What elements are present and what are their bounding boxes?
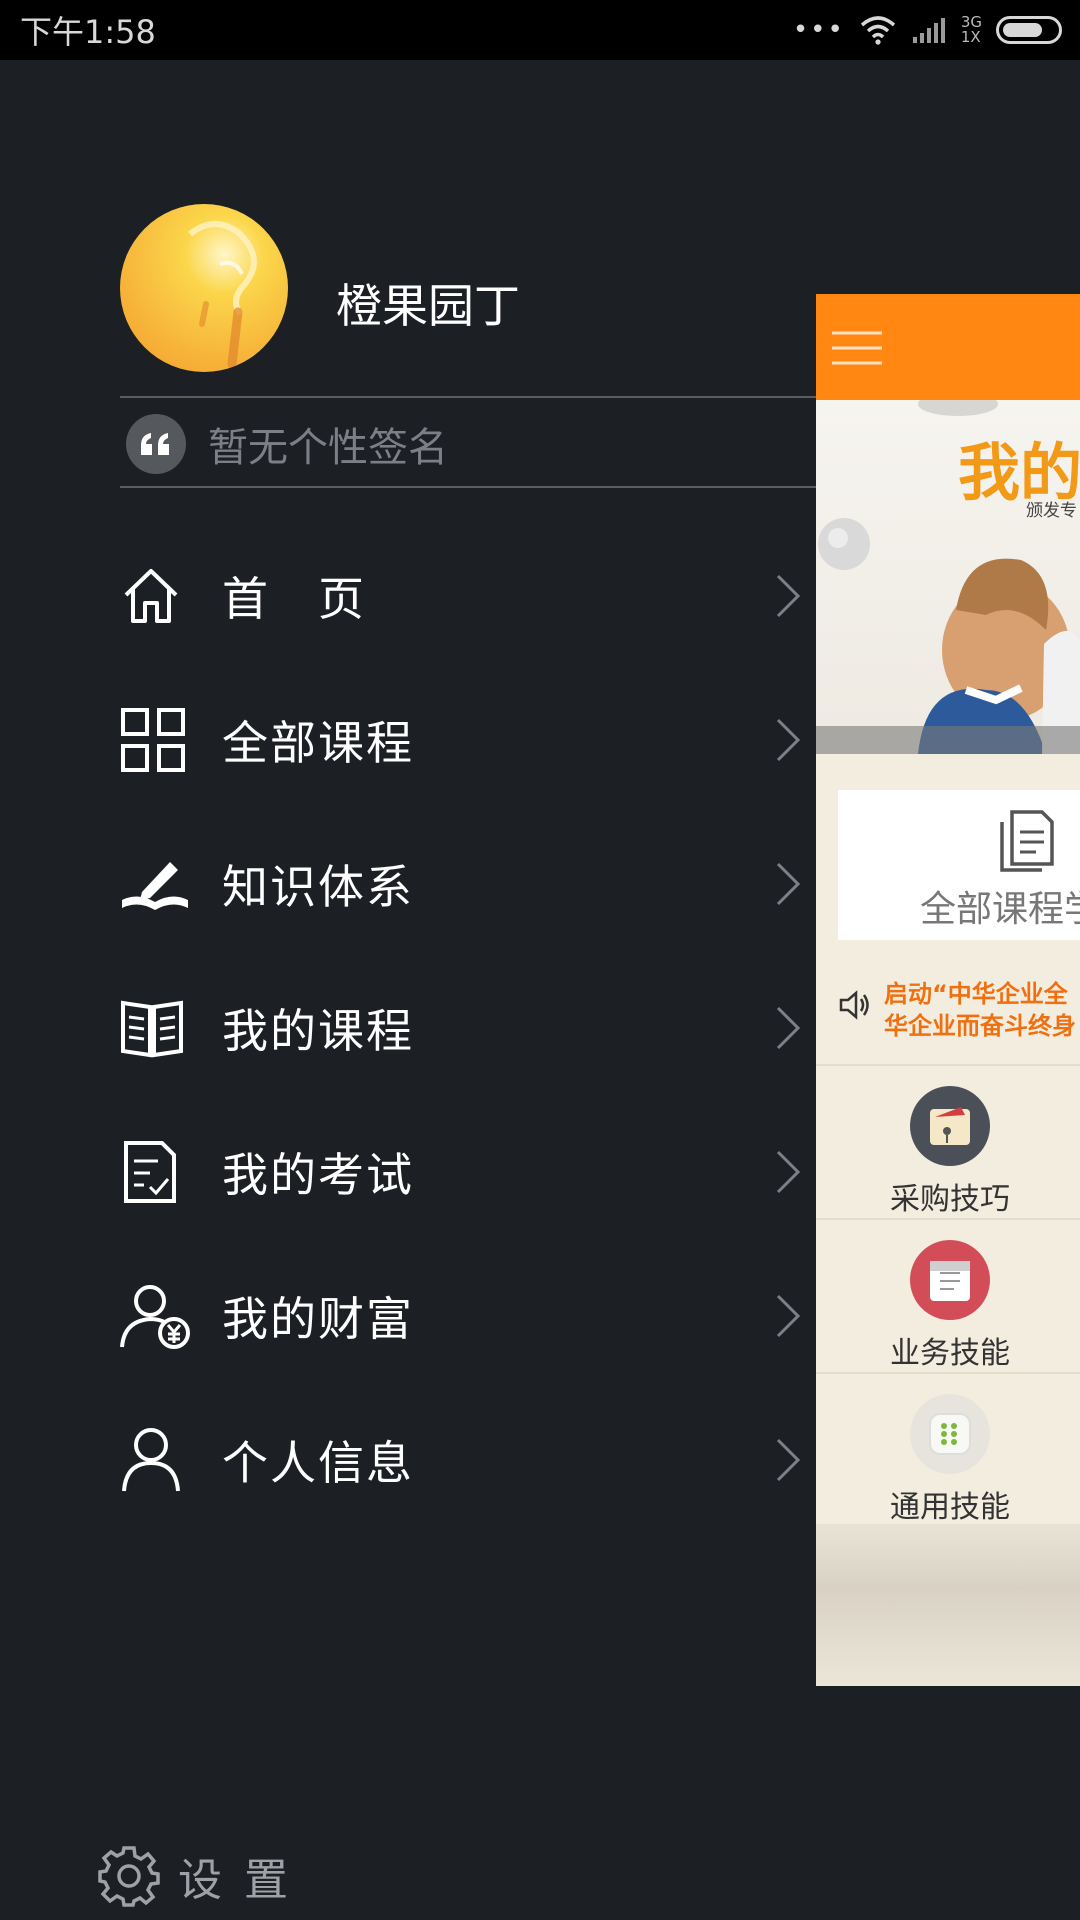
more-dots-icon: •••: [792, 15, 845, 45]
network-type: 3G 1X: [960, 13, 982, 46]
category-procurement[interactable]: 采购技巧: [816, 1064, 1080, 1218]
chevron-right-icon: [776, 1438, 801, 1482]
menu-label: 首 页: [222, 572, 366, 626]
category-label: 采购技巧: [890, 1182, 1010, 1217]
announcement-line: 启动“中华企业全: [884, 980, 1068, 1008]
wifi-icon: [860, 16, 895, 45]
chevron-right-icon: [776, 1294, 801, 1338]
menu-item-personal-info[interactable]: 个人信息: [120, 1410, 816, 1510]
calendar-icon: [910, 1240, 990, 1320]
signal-icon: [912, 18, 945, 43]
exam-checklist-icon: [120, 1134, 196, 1210]
book-pen-icon: [120, 846, 196, 922]
grid-icon: [120, 702, 196, 778]
settings-label: 设置: [178, 1855, 310, 1906]
menu-label: 个人信息: [222, 1436, 414, 1490]
menu-item-my-courses[interactable]: 我的课程: [120, 978, 816, 1078]
menu-label: 知识体系: [222, 860, 414, 914]
chevron-right-icon: [776, 574, 801, 618]
open-book-icon: [120, 990, 196, 1066]
speaker-icon: [839, 990, 869, 1020]
divider: [120, 486, 816, 488]
gear-icon: [98, 1846, 160, 1907]
category-business-skills[interactable]: 业务技能: [816, 1218, 1080, 1372]
menu-label: 全部课程: [222, 716, 414, 770]
banner-indicator-strip: [816, 726, 1080, 754]
chevron-right-icon: [776, 1006, 801, 1050]
announcement-bar[interactable]: 启动“中华企业全 华企业而奋斗终身: [816, 964, 1080, 1060]
menu-icon[interactable]: [830, 330, 884, 366]
main-content-peek[interactable]: 我的 颁发专 全部课程学 启动“中华企业全 华企业而奋斗终身 采: [816, 294, 1080, 1686]
menu-label: 我的课程: [222, 1004, 414, 1058]
banner-subtitle: 颁发专: [1026, 501, 1077, 521]
shopping-bag-icon: [910, 1086, 990, 1166]
document-icon: [1000, 810, 1054, 872]
category-label: 业务技能: [890, 1336, 1010, 1371]
app-bar: [816, 294, 1080, 400]
divider: [120, 396, 816, 398]
username[interactable]: 橙果园丁: [336, 270, 520, 336]
status-time: 下午1:58: [20, 13, 156, 51]
status-bar: 下午1:58 ••• 3G 1X: [0, 0, 1080, 60]
navigation-drawer: 橙果园丁 暂无个性签名 首 页 全部课程 知识体系 我的课程 我的考试 我的财富…: [0, 60, 816, 1920]
menu-label: 我的财富: [222, 1292, 414, 1346]
avatar[interactable]: [120, 204, 288, 372]
promo-banner[interactable]: 我的 颁发专: [816, 400, 1080, 754]
all-courses-label: 全部课程学: [920, 889, 1080, 930]
signature-row[interactable]: 暂无个性签名: [126, 412, 448, 476]
category-label: 通用技能: [890, 1490, 1010, 1525]
category-general-skills[interactable]: 通用技能: [816, 1372, 1080, 1526]
menu-label: 我的考试: [222, 1148, 414, 1202]
background-image: [816, 1524, 1080, 1686]
menu-item-my-wealth[interactable]: 我的财富: [120, 1266, 816, 1366]
announcement-line: 华企业而奋斗终身: [884, 1012, 1076, 1040]
quote-icon: [126, 414, 186, 474]
chevron-right-icon: [776, 862, 801, 906]
user-yen-icon: [120, 1278, 196, 1354]
user-icon: [120, 1422, 196, 1498]
menu-item-knowledge-system[interactable]: 知识体系: [120, 834, 816, 934]
settings-button[interactable]: 设置: [98, 1844, 310, 1908]
chevron-right-icon: [776, 718, 801, 762]
menu-item-my-exams[interactable]: 我的考试: [120, 1122, 816, 1222]
chevron-right-icon: [776, 1150, 801, 1194]
menu-item-home[interactable]: 首 页: [120, 546, 816, 646]
menu-item-all-courses[interactable]: 全部课程: [120, 690, 816, 790]
all-courses-card[interactable]: 全部课程学: [838, 790, 1080, 940]
home-icon: [120, 558, 196, 634]
app-icon: [910, 1394, 990, 1474]
signature-text: 暂无个性签名: [208, 425, 448, 471]
status-indicators: ••• 3G 1X: [793, 15, 1062, 45]
avatar-image: [188, 221, 257, 369]
battery-icon: [996, 16, 1062, 44]
battery-fill: [1003, 23, 1042, 37]
